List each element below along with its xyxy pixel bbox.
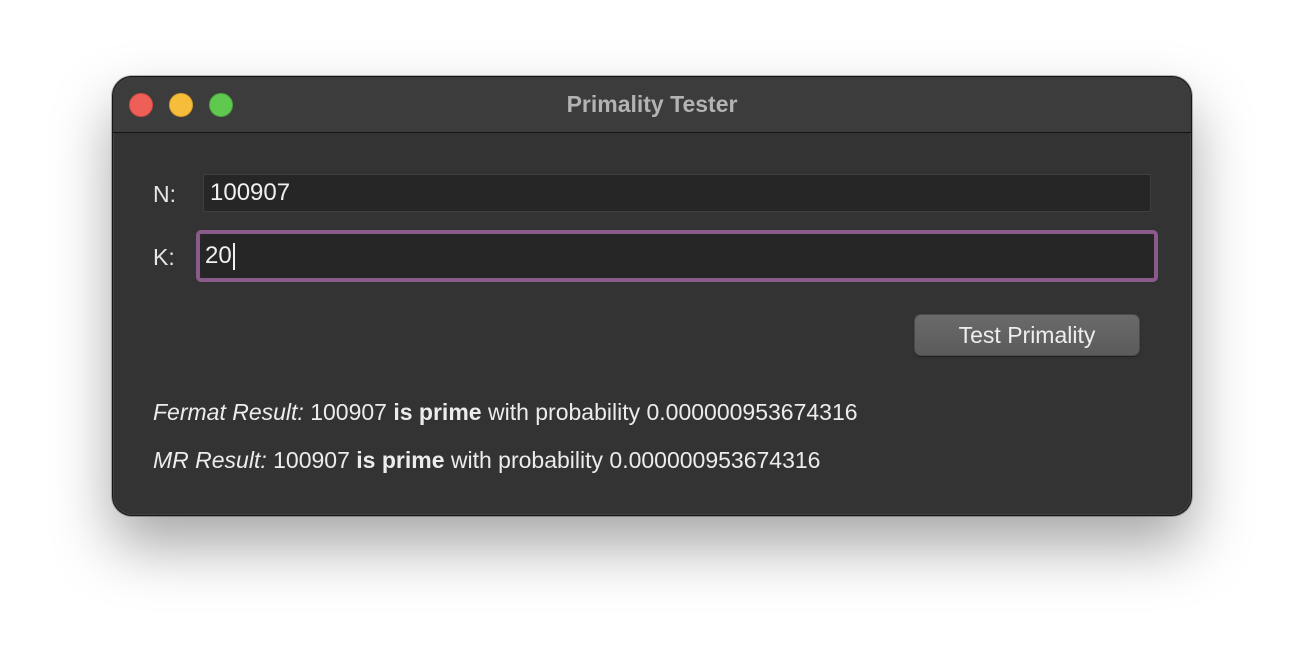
n-input[interactable]: 100907 — [203, 174, 1151, 212]
fermat-result-verdict: is prime — [393, 399, 482, 425]
mr-result-number: 100907 — [273, 447, 350, 473]
mr-result-label: MR Result: — [153, 447, 267, 473]
test-primality-button[interactable]: Test Primality — [914, 314, 1140, 356]
mr-result-verdict: is prime — [356, 447, 445, 473]
window-title: Primality Tester — [566, 91, 738, 117]
fermat-result-phrase: with probability — [487, 399, 641, 425]
k-input[interactable]: 20 — [196, 230, 1158, 282]
fermat-result-label: Fermat Result: — [153, 399, 304, 425]
fermat-result: Fermat Result: 100907 is prime with prob… — [153, 399, 858, 426]
n-input-value: 100907 — [210, 179, 291, 206]
mr-result: MR Result: 100907 is prime with probabil… — [153, 447, 820, 474]
text-caret — [232, 242, 235, 270]
app-window: Primality Tester N: 100907 K: 20 Test Pr… — [112, 76, 1192, 516]
k-label: K: — [153, 244, 175, 270]
title-bar[interactable]: Primality Tester — [113, 77, 1191, 133]
fermat-result-number: 100907 — [310, 399, 387, 425]
mr-result-probability: 0.000000953674316 — [609, 447, 821, 473]
mr-result-phrase: with probability — [450, 447, 604, 473]
k-input-value: 20 — [205, 242, 232, 269]
fermat-result-probability: 0.000000953674316 — [646, 399, 858, 425]
n-label: N: — [153, 181, 176, 207]
